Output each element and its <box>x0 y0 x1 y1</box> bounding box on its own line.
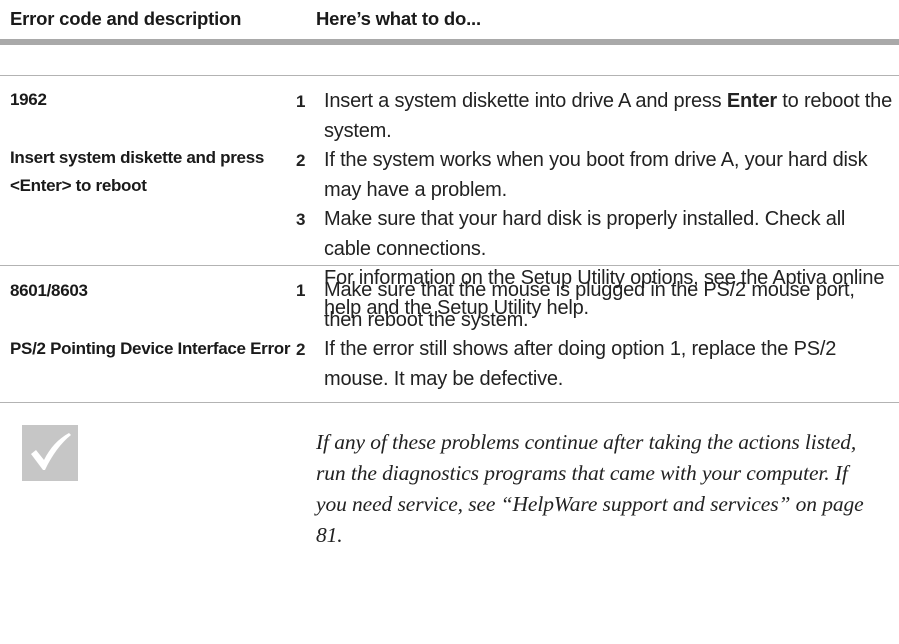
step-number: 1 <box>296 92 306 111</box>
step-item: 2 If the error still shows after doing o… <box>292 335 892 394</box>
column-header-what-to-do: Here’s what to do... <box>316 8 481 29</box>
step-number: 2 <box>296 340 306 359</box>
step-number: 1 <box>296 281 306 300</box>
step-item: 3 Make sure that your hard disk is prope… <box>292 205 892 264</box>
column-header-error-code: Error code and description <box>10 8 242 29</box>
step-text: Make sure that the mouse is plugged in t… <box>324 279 855 331</box>
header-rule <box>0 39 899 45</box>
step-list: 1 Make sure that the mouse is plugged in… <box>292 276 892 394</box>
step-number: 2 <box>296 151 306 170</box>
step-text-start: Insert a system diskette into drive A an… <box>324 90 727 112</box>
step-text: If the system works when you boot from d… <box>324 149 868 201</box>
checkmark-glyph <box>31 433 71 470</box>
step-item: 1 Make sure that the mouse is plugged in… <box>292 276 892 335</box>
step-number: 3 <box>296 210 306 229</box>
step-text: If the error still shows after doing opt… <box>324 338 837 390</box>
error-description: Insert system diskette and press <Enter>… <box>10 148 265 195</box>
step-item: 2 If the system works when you boot from… <box>292 146 892 205</box>
row-divider <box>0 402 899 403</box>
row-divider <box>0 265 899 266</box>
checkmark-icon <box>22 425 78 481</box>
row-divider <box>0 75 899 76</box>
step-item: 1 Insert a system diskette into drive A … <box>292 87 892 146</box>
error-code: 8601/8603 <box>10 281 88 300</box>
help-note: If any of these problems continue after … <box>316 430 864 547</box>
error-code: 1962 <box>10 90 47 109</box>
step-text: Insert a system diskette into drive A an… <box>324 90 892 142</box>
enter-key-label: Enter <box>726 90 777 112</box>
error-description: PS/2 Pointing Device Interface Error <box>10 339 291 358</box>
step-text: Make sure that your hard disk is properl… <box>324 208 846 260</box>
